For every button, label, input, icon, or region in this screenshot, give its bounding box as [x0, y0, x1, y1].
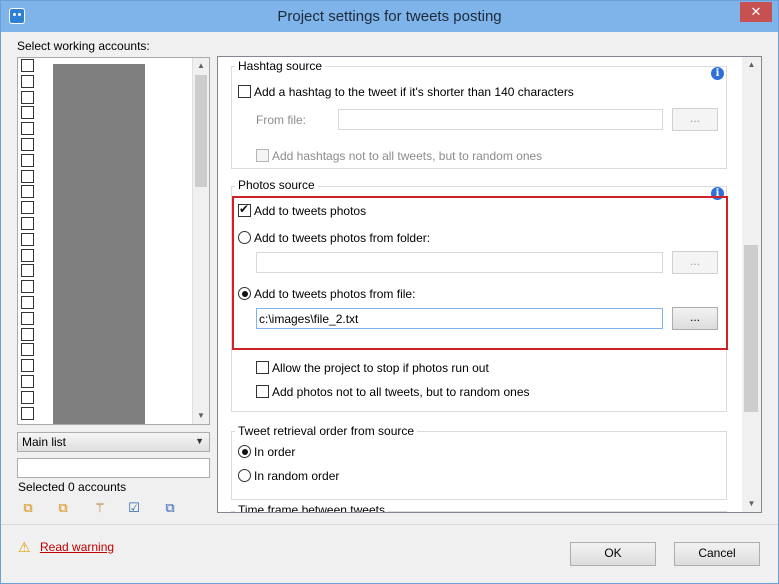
account-checkbox[interactable]	[21, 264, 34, 278]
check-all-icon[interactable]: ☑	[126, 500, 142, 516]
account-checkbox[interactable]	[21, 359, 34, 373]
select-all-icon[interactable]: ⧉	[20, 500, 36, 516]
in-order-radio[interactable]	[238, 445, 251, 458]
deselect-icon[interactable]: ⧉	[55, 500, 71, 516]
scroll-up-icon[interactable]: ▲	[193, 58, 209, 74]
add-hashtag-checkbox[interactable]	[238, 85, 251, 98]
footer-separator	[1, 524, 778, 525]
add-hashtag-label: Add a hashtag to the tweet if it's short…	[254, 85, 574, 99]
account-checkbox[interactable]	[21, 232, 34, 246]
window-title: Project settings for tweets posting	[277, 8, 502, 25]
timeframe-group-title: Time frame between tweets	[235, 503, 388, 512]
close-button[interactable]: ✕	[740, 2, 772, 22]
account-checkbox[interactable]	[21, 90, 34, 104]
photos-group-title: Photos source	[235, 178, 318, 192]
info-icon[interactable]: i	[711, 67, 724, 80]
settings-scroll-down-icon[interactable]: ▼	[742, 496, 761, 512]
random-order-radio[interactable]	[238, 469, 251, 482]
account-checkbox[interactable]	[21, 374, 34, 388]
settings-scrollbar[interactable]: ▲ ▼	[742, 57, 761, 512]
hashtag-file-input[interactable]	[338, 109, 663, 130]
read-warning-link[interactable]: Read warning	[40, 540, 114, 554]
settings-window: Project settings for tweets posting ✕ Se…	[0, 0, 779, 584]
wand-icon[interactable]: ⚚	[92, 500, 108, 516]
retrieval-group	[231, 431, 727, 500]
account-checkbox[interactable]	[21, 169, 34, 183]
account-checkbox[interactable]	[21, 59, 34, 72]
hashtag-random-checkbox[interactable]	[256, 149, 269, 162]
retrieval-group-title: Tweet retrieval order from source	[235, 424, 418, 438]
account-filter-input[interactable]	[17, 458, 210, 478]
account-checkbox[interactable]	[21, 248, 34, 262]
accounts-list[interactable]: ▲ ▼	[17, 57, 210, 425]
account-checkbox[interactable]	[21, 153, 34, 167]
account-list-selected: Main list	[22, 435, 67, 449]
photos-stop-label: Allow the project to stop if photos run …	[272, 361, 489, 375]
accounts-scroll-thumb[interactable]	[195, 75, 207, 187]
chevron-down-icon: ▼	[195, 436, 204, 446]
scroll-down-icon[interactable]: ▼	[193, 408, 209, 424]
close-icon: ✕	[750, 4, 762, 19]
account-checkbox[interactable]	[21, 311, 34, 325]
account-checkbox[interactable]	[21, 122, 34, 136]
photos-stop-checkbox[interactable]	[256, 361, 269, 374]
account-checkbox[interactable]	[21, 201, 34, 215]
settings-scroll-thumb[interactable]	[744, 245, 758, 412]
hashtag-browse-button[interactable]: ...	[672, 108, 718, 131]
hashtag-random-label: Add hashtags not to all tweets, but to r…	[272, 149, 543, 163]
account-checkbox[interactable]	[21, 74, 34, 88]
settings-scroll-up-icon[interactable]: ▲	[742, 57, 761, 73]
accounts-scrollbar[interactable]: ▲ ▼	[192, 58, 209, 424]
account-checkbox[interactable]	[21, 390, 34, 404]
account-checkbox[interactable]	[21, 295, 34, 309]
account-checkbox[interactable]	[21, 185, 34, 199]
account-checkbox[interactable]	[21, 216, 34, 230]
account-checkbox[interactable]	[21, 406, 34, 420]
account-checkbox[interactable]	[21, 343, 34, 357]
hashtag-group-title: Hashtag source	[235, 59, 326, 73]
photos-random-checkbox[interactable]	[256, 385, 269, 398]
account-checkbox[interactable]	[21, 137, 34, 151]
check-none-icon[interactable]: ⧉	[162, 500, 178, 516]
accounts-label: Select working accounts:	[17, 39, 150, 53]
random-order-label: In random order	[254, 469, 340, 483]
account-list-select[interactable]: Main list ▼	[17, 432, 210, 452]
in-order-label: In order	[254, 445, 296, 459]
ok-button[interactable]: OK	[570, 542, 656, 566]
account-checkbox[interactable]	[21, 280, 34, 294]
account-checkbox[interactable]	[21, 106, 34, 120]
warning-icon: ⚠	[18, 539, 31, 555]
title-bar[interactable]: Project settings for tweets posting ✕	[1, 1, 778, 32]
redacted-account-names	[53, 64, 145, 424]
selected-accounts-status: Selected 0 accounts	[18, 480, 127, 494]
photos-highlight-box	[232, 196, 728, 350]
account-checkbox[interactable]	[21, 327, 34, 341]
photos-random-label: Add photos not to all tweets, but to ran…	[272, 385, 530, 399]
cancel-button[interactable]: Cancel	[674, 542, 760, 566]
hashtag-from-file-label: From file:	[256, 113, 307, 127]
